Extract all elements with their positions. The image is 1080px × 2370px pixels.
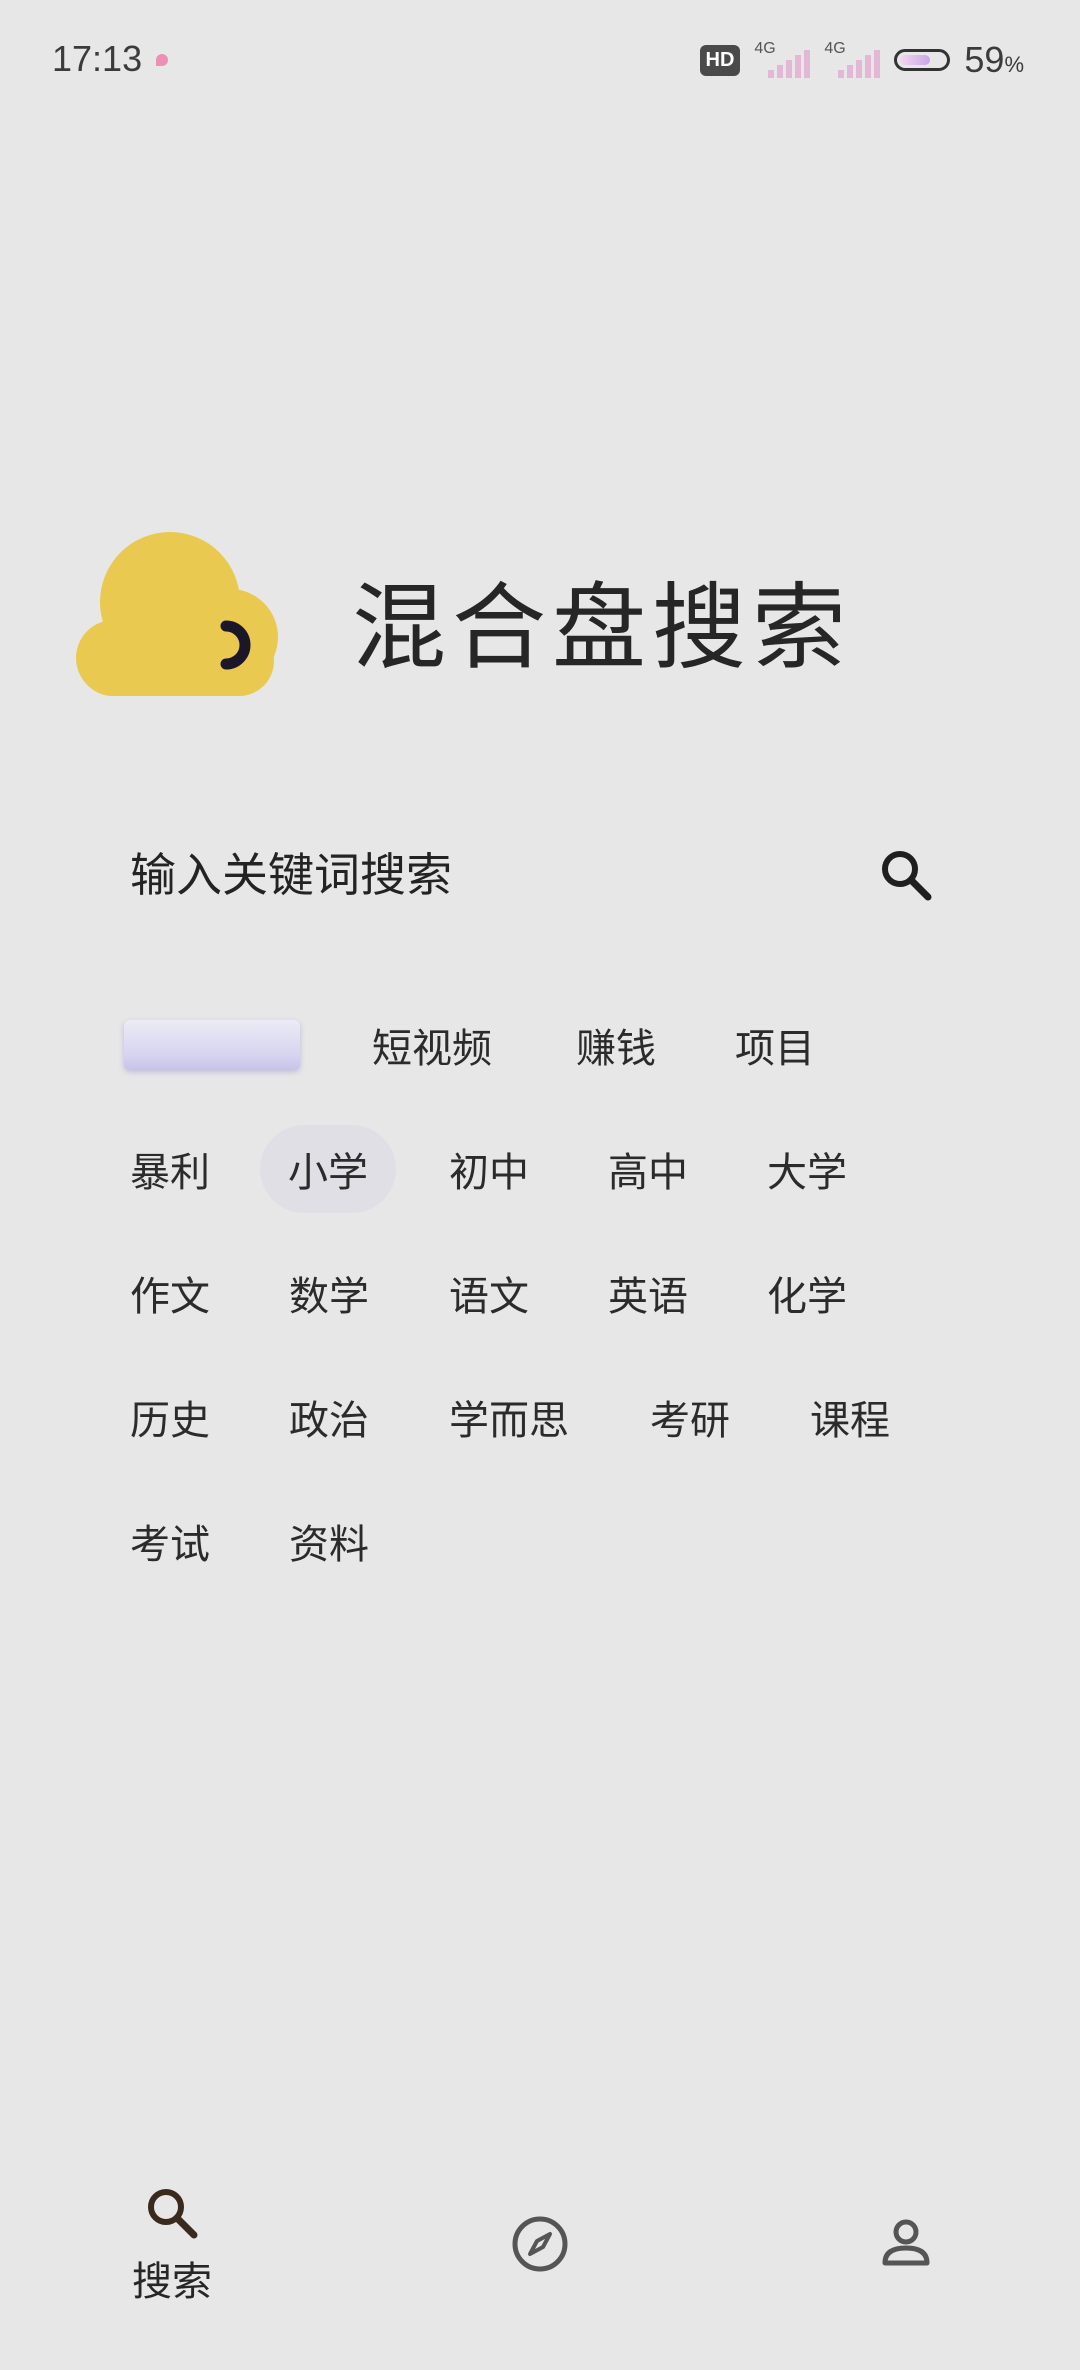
status-time: 17:13 <box>52 38 143 79</box>
nav-profile[interactable] <box>878 2216 934 2268</box>
tag-english[interactable]: 英语 <box>608 1249 688 1337</box>
bottom-nav: 搜索 <box>0 2150 1080 2370</box>
nav-search[interactable]: 搜索 <box>120 2185 224 2307</box>
compass-icon <box>512 2216 568 2272</box>
tag-course[interactable]: 课程 <box>810 1373 890 1461</box>
search-icon <box>148 2189 198 2239</box>
signal-1-icon: 4G <box>754 40 811 80</box>
tag-short-video[interactable]: 短视频 <box>372 1001 492 1089</box>
nav-search-label: 搜索 <box>132 2259 212 2305</box>
status-bar: 17:13 HD 4G 4G 59% <box>0 0 1080 120</box>
tag-make-money[interactable]: 赚钱 <box>576 1001 656 1089</box>
tag-xueersi[interactable]: 学而思 <box>449 1373 569 1461</box>
tag-chinese[interactable]: 语文 <box>449 1249 529 1337</box>
tag-junior-high[interactable]: 初中 <box>449 1125 529 1213</box>
tag-huge-profit[interactable]: 暴利 <box>130 1125 210 1213</box>
signal-2-icon: 4G <box>824 40 881 80</box>
tag-composition[interactable]: 作文 <box>130 1249 210 1337</box>
tag-primary-school[interactable]: 小学 <box>260 1125 396 1213</box>
search-input[interactable] <box>130 835 830 915</box>
tag-placeholder[interactable] <box>124 1020 300 1070</box>
battery-icon <box>894 49 951 71</box>
notification-dot-icon <box>156 54 168 66</box>
tag-high-school[interactable]: 高中 <box>608 1125 688 1213</box>
tag-project[interactable]: 项目 <box>735 1001 815 1089</box>
person-icon <box>882 2219 930 2266</box>
tag-math[interactable]: 数学 <box>289 1249 369 1337</box>
tag-materials[interactable]: 资料 <box>289 1497 369 1585</box>
search-icon[interactable] <box>878 847 934 903</box>
search-bar <box>130 835 950 915</box>
battery-percent: 59% <box>964 39 1024 80</box>
hd-badge: HD <box>699 44 741 76</box>
tag-politics[interactable]: 政治 <box>289 1373 369 1461</box>
tag-university[interactable]: 大学 <box>767 1125 847 1213</box>
cloud-logo-icon <box>76 532 278 696</box>
status-indicators: HD 4G 4G 59% <box>699 38 1024 82</box>
tag-exam[interactable]: 考试 <box>130 1497 210 1585</box>
tag-chemistry[interactable]: 化学 <box>767 1249 847 1337</box>
nav-discover[interactable] <box>506 2214 574 2274</box>
tag-postgrad-exam[interactable]: 考研 <box>650 1373 730 1461</box>
app-title: 混合盘搜索 <box>352 574 853 683</box>
tag-history[interactable]: 历史 <box>130 1373 210 1461</box>
